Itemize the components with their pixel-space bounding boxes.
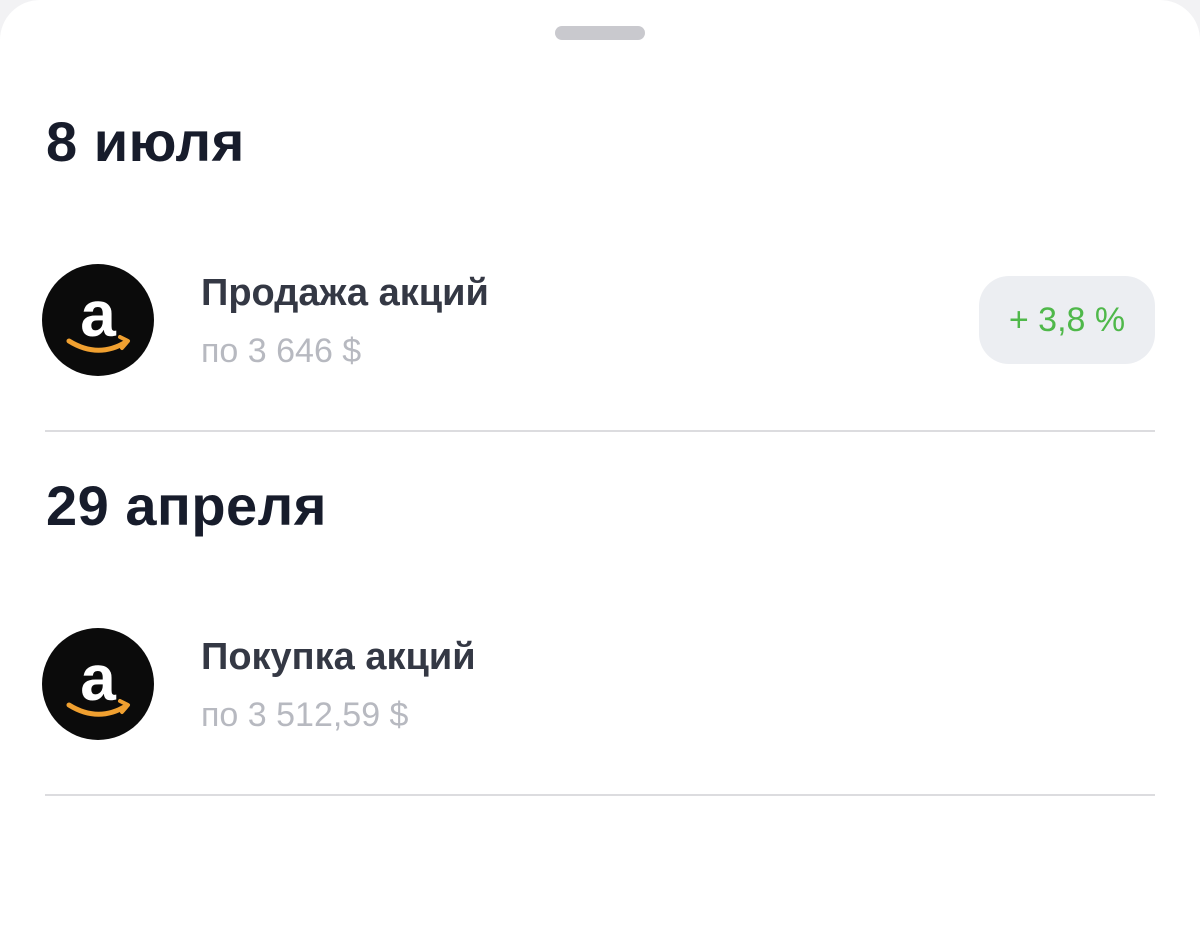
amazon-logo-icon: a bbox=[42, 264, 154, 376]
sheet-grabber-handle[interactable] bbox=[555, 26, 645, 40]
transaction-row[interactable]: a Продажа акций по 3 646 $ + 3,8 % bbox=[0, 264, 1200, 404]
change-badge: + 3,8 % bbox=[979, 276, 1155, 364]
svg-text:a: a bbox=[80, 642, 116, 714]
transaction-price: по 3 646 $ bbox=[201, 332, 362, 370]
svg-text:a: a bbox=[80, 278, 116, 350]
transaction-title: Покупка акций bbox=[201, 636, 476, 678]
amazon-logo-icon: a bbox=[42, 628, 154, 740]
divider bbox=[45, 794, 1155, 796]
transaction-title: Продажа акций bbox=[201, 272, 489, 314]
transaction-price: по 3 512,59 $ bbox=[201, 696, 409, 734]
transaction-row[interactable]: a Покупка акций по 3 512,59 $ bbox=[0, 628, 1200, 768]
divider bbox=[45, 430, 1155, 432]
date-heading: 29 апреля bbox=[46, 474, 327, 537]
bottom-sheet: 8 июля a Продажа акций по 3 646 $ + 3,8 … bbox=[0, 0, 1200, 931]
date-heading: 8 июля bbox=[46, 110, 245, 173]
